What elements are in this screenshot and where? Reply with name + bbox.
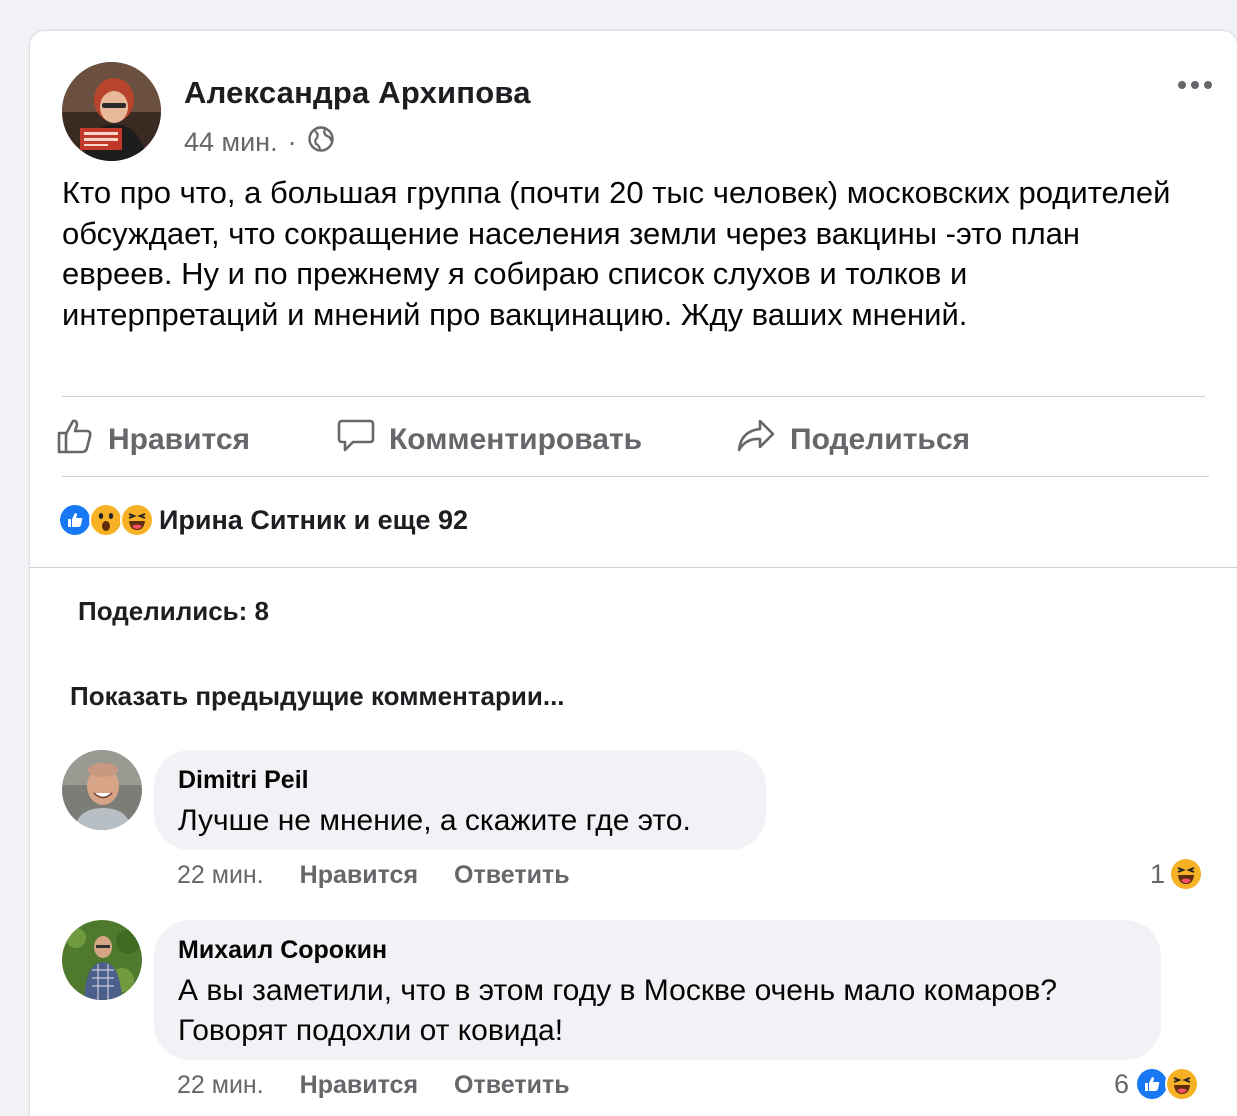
dot-icon — [1178, 81, 1186, 89]
comment-bubble: Dimitri Peil Лучше не мнение, а скажите … — [154, 750, 766, 850]
thumbs-up-icon — [56, 417, 94, 463]
like-button[interactable]: Нравится — [56, 417, 250, 463]
comment-avatar[interactable] — [62, 920, 142, 1000]
comment-reactions[interactable]: 6 — [1114, 1067, 1200, 1101]
divider — [62, 396, 1205, 397]
more-options-button[interactable] — [1178, 73, 1218, 97]
divider — [62, 476, 1209, 477]
share-button[interactable]: Поделиться — [736, 417, 970, 463]
shares-count[interactable]: Поделились: 8 — [78, 596, 269, 627]
share-label: Поделиться — [790, 423, 971, 456]
haha-reaction-icon — [1169, 857, 1204, 891]
comment-meta: 22 мин. Нравится Ответить — [177, 1071, 570, 1100]
post-time[interactable]: 44 мин. — [184, 127, 278, 158]
comment-author[interactable]: Михаил Сорокин — [178, 936, 1137, 965]
comment-author[interactable]: Dimitri Peil — [178, 766, 742, 795]
meta-separator: · — [287, 127, 297, 157]
reactions-summary[interactable]: Ирина Ситник и еще 92 — [58, 503, 468, 537]
comment-time[interactable]: 22 мин. — [177, 1071, 264, 1100]
comment-reactions[interactable]: 1 — [1150, 857, 1204, 891]
comment-avatar[interactable] — [62, 750, 142, 830]
comment-label: Комментировать — [389, 423, 643, 456]
post-meta: 44 мин. · — [184, 125, 335, 160]
comment-icon — [337, 417, 375, 463]
comment-reply-link[interactable]: Ответить — [454, 1071, 570, 1100]
reaction-count: 1 — [1150, 858, 1166, 889]
comment-like-link[interactable]: Нравится — [300, 1071, 418, 1100]
like-reaction-icon — [58, 503, 92, 537]
dot-icon — [1204, 81, 1212, 89]
globe-icon — [307, 125, 335, 160]
dot-icon — [1191, 81, 1199, 89]
show-previous-comments-link[interactable]: Показать предыдущие комментарии... — [70, 681, 565, 712]
post-text: Кто про что, а большая группа (почти 20 … — [62, 175, 1171, 332]
post-card: Александра Архипова 44 мин. · Кто про чт… — [30, 31, 1237, 1116]
like-label: Нравится — [108, 423, 251, 456]
author-avatar[interactable] — [62, 62, 161, 161]
comment-bubble: Михаил Сорокин А вы заметили, что в этом… — [154, 920, 1161, 1060]
haha-reaction-icon — [1165, 1067, 1200, 1101]
share-arrow-icon — [736, 417, 776, 463]
comment-button[interactable]: Комментировать — [337, 417, 642, 463]
reaction-count: 6 — [1114, 1068, 1130, 1099]
comment-time[interactable]: 22 мин. — [177, 861, 264, 890]
haha-reaction-icon — [120, 503, 154, 537]
author-name[interactable]: Александра Архипова — [184, 75, 531, 111]
comment-like-link[interactable]: Нравится — [300, 861, 418, 890]
comment-text-line-2: Говорят подохли от ковида! — [178, 1014, 564, 1047]
comment-text-line-1: А вы заметили, что в этом году в Москве … — [178, 974, 1058, 1007]
comment-text: Лучше не мнение, а скажите где это. — [178, 804, 691, 837]
comment-reply-link[interactable]: Ответить — [454, 861, 570, 890]
like-reaction-icon — [1135, 1067, 1170, 1101]
reactors-text[interactable]: Ирина Ситник и еще 92 — [159, 505, 468, 536]
section-divider — [30, 567, 1237, 568]
wow-reaction-icon — [89, 503, 123, 537]
comment-meta: 22 мин. Нравится Ответить — [177, 861, 570, 890]
